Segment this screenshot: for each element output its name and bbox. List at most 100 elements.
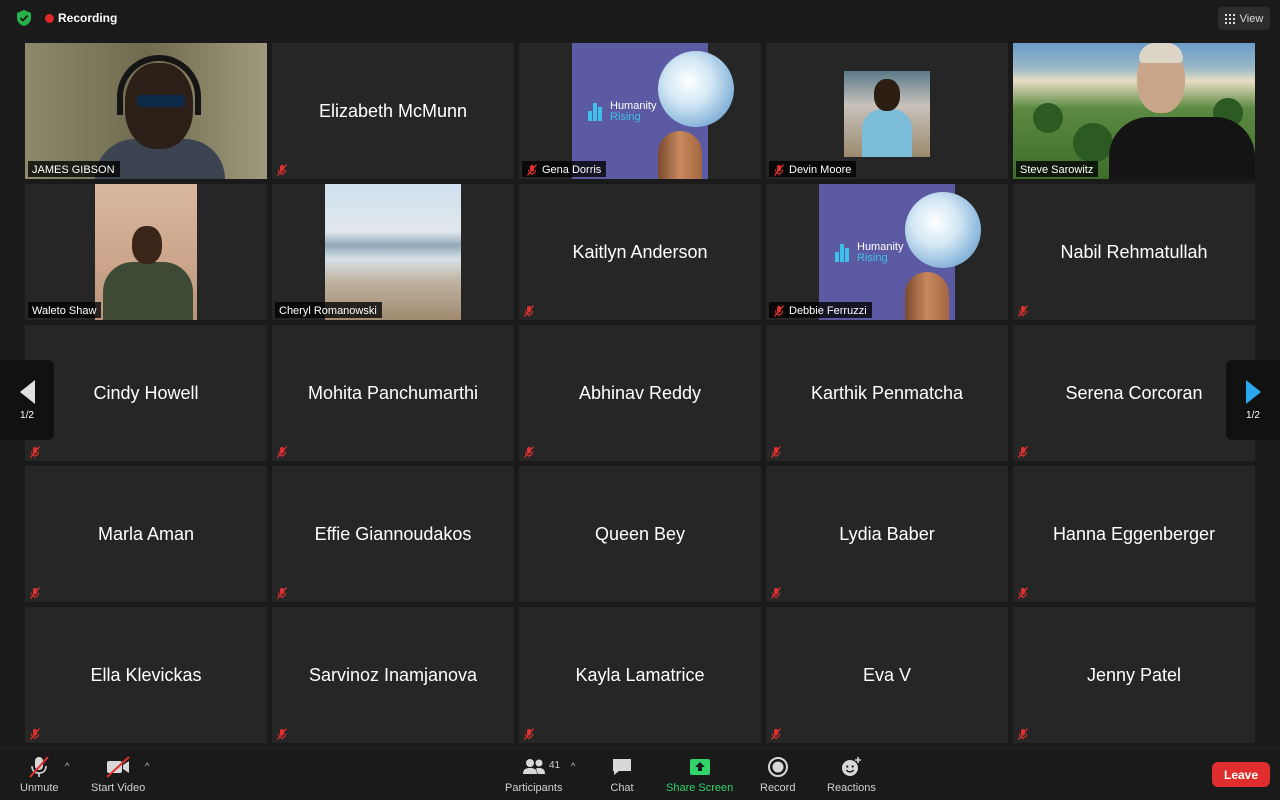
leave-button[interactable]: Leave: [1212, 762, 1270, 787]
participant-tile[interactable]: Cindy Howell: [25, 325, 267, 461]
participant-tile[interactable]: Jenny Patel: [1013, 607, 1255, 743]
record-button[interactable]: Record: [760, 755, 795, 794]
participants-count: 41: [549, 760, 561, 771]
participant-name: Kayla Lamatrice: [575, 665, 705, 685]
participant-name: Queen Bey: [594, 524, 686, 544]
reactions-button[interactable]: Reactions: [827, 755, 876, 794]
participant-tile[interactable]: Hanna Eggenberger: [1013, 466, 1255, 602]
start-video-label: Start Video: [91, 782, 146, 794]
arrow-left-icon: [19, 379, 35, 404]
unmute-button[interactable]: Unmute: [20, 755, 59, 794]
chat-bubble-icon: [613, 759, 631, 775]
audio-options-caret-icon[interactable]: ^: [65, 761, 69, 771]
participant-tile[interactable]: Nabil Rehmatullah: [1013, 184, 1255, 320]
humanity-rising-logo: Humanity Rising: [819, 184, 981, 320]
video-options-caret-icon[interactable]: ^: [145, 761, 149, 771]
participant-video: [844, 71, 930, 157]
participant-name-tag: Cheryl Romanowski: [275, 302, 382, 318]
participant-name: Serena Corcoran: [1065, 383, 1203, 403]
participants-icon: [522, 759, 545, 774]
participant-name-tag: Devin Moore: [769, 161, 857, 177]
participant-name: Debbie Ferruzzi: [789, 304, 867, 317]
participant-name: Cindy Howell: [93, 383, 199, 403]
participant-tile[interactable]: Cheryl Romanowski: [272, 184, 514, 320]
participant-tile[interactable]: JAMES GIBSON: [25, 43, 267, 179]
view-button[interactable]: View: [1218, 7, 1270, 30]
participant-tile[interactable]: Queen Bey: [519, 466, 761, 602]
participant-name-tag: Waleto Shaw: [28, 302, 102, 318]
chat-label: Chat: [610, 782, 634, 794]
participant-tile[interactable]: Serena Corcoran: [1013, 325, 1255, 461]
participant-name: Kaitlyn Anderson: [572, 242, 708, 262]
participant-name: Jenny Patel: [1086, 665, 1182, 685]
participant-tile[interactable]: Steve Sarowitz: [1013, 43, 1255, 179]
humanity-rising-logo: Humanity Rising: [572, 43, 734, 179]
top-bar: Recording View: [0, 0, 1280, 38]
participant-tile[interactable]: Devin Moore: [766, 43, 1008, 179]
participant-tile[interactable]: Abhinav Reddy: [519, 325, 761, 461]
participant-tile[interactable]: Humanity Rising Gena Dorris: [519, 43, 761, 179]
muted-microphone-icon: [29, 445, 41, 458]
start-video-button[interactable]: Start Video: [91, 755, 145, 794]
participant-tile[interactable]: Ella Klevickas: [25, 607, 267, 743]
participant-video: [95, 184, 197, 320]
participant-video: [325, 184, 461, 320]
participants-options-caret-icon[interactable]: ^: [571, 761, 575, 771]
share-screen-icon: [689, 759, 710, 775]
participant-video: [1013, 43, 1255, 179]
unmute-label: Unmute: [20, 782, 59, 794]
recording-label: Recording: [58, 11, 118, 25]
participants-label: Participants: [505, 782, 563, 794]
participant-name: Karthik Penmatcha: [810, 383, 964, 403]
grid-icon: [1224, 13, 1235, 24]
muted-microphone-icon: [526, 163, 538, 176]
muted-microphone-icon: [770, 586, 782, 599]
participant-tile[interactable]: Mohita Panchumarthi: [272, 325, 514, 461]
muted-microphone-icon: [29, 586, 41, 599]
participant-tile[interactable]: Kayla Lamatrice: [519, 607, 761, 743]
view-label: View: [1239, 12, 1264, 25]
next-page-button[interactable]: 1/2: [1226, 360, 1280, 440]
video-gallery: JAMES GIBSON Elizabeth McMunn Humanity Risi…: [22, 40, 1258, 746]
previous-page-button[interactable]: 1/2: [0, 360, 54, 440]
page-indicator: 1/2: [20, 409, 34, 421]
participant-tile[interactable]: Waleto Shaw: [25, 184, 267, 320]
participant-tile[interactable]: Kaitlyn Anderson: [519, 184, 761, 320]
participant-name: Hanna Eggenberger: [1052, 524, 1216, 544]
participant-name: Abhinav Reddy: [578, 383, 702, 403]
participant-tile[interactable]: Effie Giannoudakos: [272, 466, 514, 602]
share-screen-button[interactable]: Share Screen: [666, 755, 733, 794]
security-shield-icon[interactable]: [15, 9, 33, 27]
share-screen-label: Share Screen: [666, 782, 734, 794]
chat-button[interactable]: Chat: [610, 755, 634, 794]
participant-name: Mohita Panchumarthi: [307, 383, 479, 403]
muted-microphone-icon: [523, 304, 535, 317]
participant-tile[interactable]: Sarvinoz Inamjanova: [272, 607, 514, 743]
muted-microphone-icon: [276, 586, 288, 599]
muted-microphone-icon: [276, 163, 288, 176]
recording-dot-icon: [45, 14, 54, 23]
participant-name: Elizabeth McMunn: [318, 101, 468, 121]
participant-tile[interactable]: Marla Aman: [25, 466, 267, 602]
muted-microphone-icon: [773, 163, 785, 176]
participant-name: Ella Klevickas: [90, 665, 202, 685]
participant-tile[interactable]: Elizabeth McMunn: [272, 43, 514, 179]
participant-name: Devin Moore: [789, 163, 852, 176]
muted-microphone-icon: [1017, 304, 1029, 317]
participant-tile[interactable]: Lydia Baber: [766, 466, 1008, 602]
muted-microphone-icon: [1017, 445, 1029, 458]
video-camera-off-icon: [106, 756, 130, 778]
participant-name-tag: JAMES GIBSON: [28, 161, 120, 177]
participant-tile[interactable]: Humanity Rising Debbie Ferruzzi: [766, 184, 1008, 320]
reactions-label: Reactions: [827, 782, 876, 794]
participant-name: Marla Aman: [97, 524, 195, 544]
record-label: Record: [760, 782, 796, 794]
muted-microphone-icon: [1017, 586, 1029, 599]
participant-name: Steve Sarowitz: [1020, 163, 1094, 176]
participant-name: Eva V: [862, 665, 912, 685]
participant-tile[interactable]: Eva V: [766, 607, 1008, 743]
muted-microphone-icon: [276, 727, 288, 740]
participant-tile[interactable]: Karthik Penmatcha: [766, 325, 1008, 461]
muted-microphone-icon: [29, 727, 41, 740]
participant-name: Nabil Rehmatullah: [1060, 242, 1208, 262]
